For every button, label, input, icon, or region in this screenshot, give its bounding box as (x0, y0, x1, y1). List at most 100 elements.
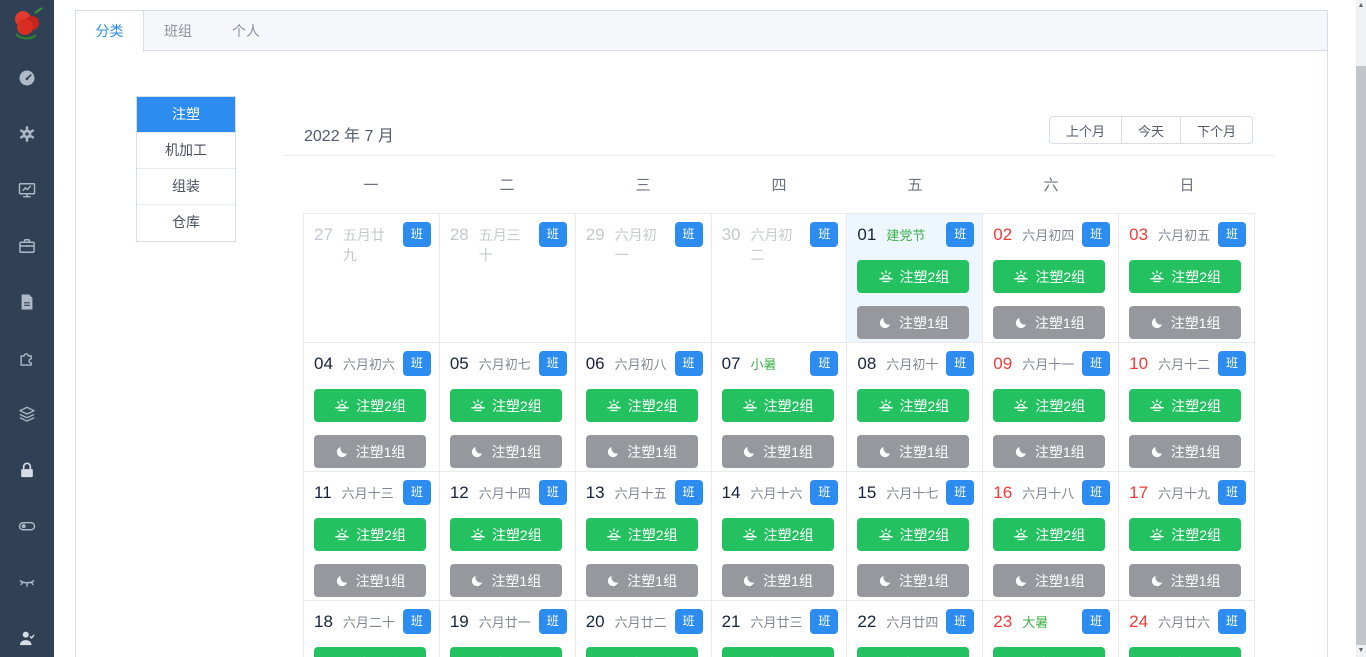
shift-badge[interactable]: 班 (810, 480, 839, 505)
night-shift-button[interactable]: 注塑1组 (721, 564, 834, 597)
category-item-warehouse[interactable]: 仓库 (137, 205, 235, 241)
day-shift-button[interactable]: 注塑2组 (449, 647, 562, 657)
calendar-cell-28[interactable]: 28 五月三十班 (439, 214, 576, 343)
day-shift-button[interactable]: 注塑2组 (993, 647, 1106, 657)
category-item-machining[interactable]: 机加工 (137, 133, 235, 169)
calendar-cell-30[interactable]: 30 六月初二班 (711, 214, 848, 343)
shift-badge[interactable]: 班 (1217, 351, 1246, 376)
shift-badge[interactable]: 班 (674, 609, 703, 634)
scrollbar-thumb[interactable] (1356, 66, 1366, 645)
gear-icon[interactable] (0, 106, 54, 162)
scrollbar-up-arrow[interactable]: ▲ (1356, 0, 1366, 12)
calendar-cell-11[interactable]: 11 六月十三班注塑2组 注塑1组 (304, 472, 440, 601)
shift-badge[interactable]: 班 (402, 351, 431, 376)
day-shift-button[interactable]: 注塑2组 (585, 647, 698, 657)
shift-badge[interactable]: 班 (946, 480, 975, 505)
calendar-cell-21[interactable]: 21六月廿三班注塑2组注塑1组 (711, 601, 848, 657)
day-shift-button[interactable]: 注塑2组 (721, 518, 834, 551)
scrollbar-down-arrow[interactable]: ▼ (1356, 645, 1366, 657)
shift-badge[interactable]: 班 (1082, 480, 1111, 505)
layers-icon[interactable] (0, 386, 54, 442)
day-shift-button[interactable]: 注塑2组 (585, 518, 698, 551)
night-shift-button[interactable]: 注塑1组 (993, 564, 1106, 597)
calendar-cell-07[interactable]: 07 小暑 班注塑2组 注塑1组 (711, 343, 848, 472)
day-shift-button[interactable]: 注塑2组 (857, 647, 970, 657)
prev-month-button[interactable]: 上个月 (1048, 116, 1122, 144)
night-shift-button[interactable]: 注塑1组 (314, 435, 426, 468)
calendar-cell-22[interactable]: 22六月廿四班注塑2组注塑1组 (847, 601, 984, 657)
day-shift-button[interactable]: 注塑2组 (993, 518, 1106, 551)
calendar-cell-06[interactable]: 06 六月初八班注塑2组 注塑1组 (575, 343, 712, 472)
calendar-cell-19[interactable]: 19六月廿一班注塑2组注塑1组 (439, 601, 576, 657)
calendar-cell-23[interactable]: 23大暑班注塑2组注塑1组 (983, 601, 1120, 657)
shift-badge[interactable]: 班 (810, 222, 839, 247)
tab-team[interactable]: 班组 (144, 11, 212, 51)
night-shift-button[interactable]: 注塑1组 (1129, 564, 1242, 597)
calendar-cell-03[interactable]: 03 六月初五班注塑2组 注塑1组 (1119, 214, 1255, 343)
calendar-cell-24[interactable]: 24六月廿六班注塑2组注塑1组 (1119, 601, 1255, 657)
night-shift-button[interactable]: 注塑1组 (857, 564, 970, 597)
day-shift-button[interactable]: 注塑2组 (314, 389, 426, 422)
calendar-cell-18[interactable]: 18六月二十班注塑2组注塑1组 (304, 601, 440, 657)
night-shift-button[interactable]: 注塑1组 (993, 435, 1106, 468)
shift-badge[interactable]: 班 (946, 351, 975, 376)
day-shift-button[interactable]: 注塑2组 (721, 389, 834, 422)
shift-badge[interactable]: 班 (538, 222, 567, 247)
eye-closed-icon[interactable] (0, 554, 54, 610)
calendar-cell-05[interactable]: 05 六月初七班注塑2组 注塑1组 (439, 343, 576, 472)
day-shift-button[interactable]: 注塑2组 (314, 518, 426, 551)
day-shift-button[interactable]: 注塑2组 (1129, 260, 1242, 293)
shift-badge[interactable]: 班 (1217, 609, 1246, 634)
shift-badge[interactable]: 班 (1217, 480, 1246, 505)
night-shift-button[interactable]: 注塑1组 (585, 564, 698, 597)
briefcase-icon[interactable] (0, 218, 54, 274)
category-item-assembly[interactable]: 组装 (137, 169, 235, 205)
day-shift-button[interactable]: 注塑2组 (449, 389, 562, 422)
calendar-cell-04[interactable]: 04 六月初六班注塑2组 注塑1组 (304, 343, 440, 472)
calendar-cell-09[interactable]: 09 六月十一班注塑2组 注塑1组 (983, 343, 1120, 472)
day-shift-button[interactable]: 注塑2组 (1129, 518, 1242, 551)
tab-personal[interactable]: 个人 (212, 11, 280, 51)
shift-badge[interactable]: 班 (946, 609, 975, 634)
day-shift-button[interactable]: 注塑2组 (585, 389, 698, 422)
day-shift-button[interactable]: 注塑2组 (857, 389, 970, 422)
calendar-cell-13[interactable]: 13 六月十五班注塑2组 注塑1组 (575, 472, 712, 601)
shift-badge[interactable]: 班 (1082, 609, 1111, 634)
next-month-button[interactable]: 下个月 (1179, 116, 1253, 144)
calendar-cell-12[interactable]: 12 六月十四班注塑2组 注塑1组 (439, 472, 576, 601)
calendar-cell-17[interactable]: 17 六月十九班注塑2组 注塑1组 (1119, 472, 1255, 601)
shift-badge[interactable]: 班 (538, 480, 567, 505)
calendar-cell-08[interactable]: 08 六月初十班注塑2组 注塑1组 (847, 343, 984, 472)
app-logo-icon[interactable] (7, 4, 47, 46)
user-manage-icon[interactable] (0, 610, 54, 657)
night-shift-button[interactable]: 注塑1组 (857, 435, 970, 468)
shift-badge[interactable]: 班 (1217, 222, 1246, 247)
document-icon[interactable] (0, 274, 54, 330)
day-shift-button[interactable]: 注塑2组 (449, 518, 562, 551)
calendar-cell-29[interactable]: 29 六月初一班 (575, 214, 712, 343)
toggle-icon[interactable] (0, 498, 54, 554)
shift-badge[interactable]: 班 (402, 609, 431, 634)
shift-badge[interactable]: 班 (946, 222, 975, 247)
shift-badge[interactable]: 班 (1082, 222, 1111, 247)
day-shift-button[interactable]: 注塑2组 (857, 260, 970, 293)
night-shift-button[interactable]: 注塑1组 (449, 435, 562, 468)
day-shift-button[interactable]: 注塑2组 (1129, 389, 1242, 422)
shift-badge[interactable]: 班 (810, 609, 839, 634)
day-shift-button[interactable]: 注塑2组 (857, 518, 970, 551)
lock-icon[interactable] (0, 442, 54, 498)
today-button[interactable]: 今天 (1120, 116, 1181, 144)
day-shift-button[interactable]: 注塑2组 (721, 647, 834, 657)
shift-badge[interactable]: 班 (538, 351, 567, 376)
calendar-cell-20[interactable]: 20六月廿二班注塑2组注塑1组 (575, 601, 712, 657)
day-shift-button[interactable]: 注塑2组 (1129, 647, 1242, 657)
night-shift-button[interactable]: 注塑1组 (1129, 435, 1242, 468)
night-shift-button[interactable]: 注塑1组 (857, 306, 970, 339)
calendar-cell-01[interactable]: 01 建党节 班注塑2组 注塑1组 (847, 214, 984, 343)
night-shift-button[interactable]: 注塑1组 (1129, 306, 1242, 339)
puzzle-icon[interactable] (0, 330, 54, 386)
monitor-chart-icon[interactable] (0, 162, 54, 218)
shift-badge[interactable]: 班 (538, 609, 567, 634)
shift-badge[interactable]: 班 (674, 351, 703, 376)
calendar-cell-16[interactable]: 16 六月十八班注塑2组 注塑1组 (983, 472, 1120, 601)
